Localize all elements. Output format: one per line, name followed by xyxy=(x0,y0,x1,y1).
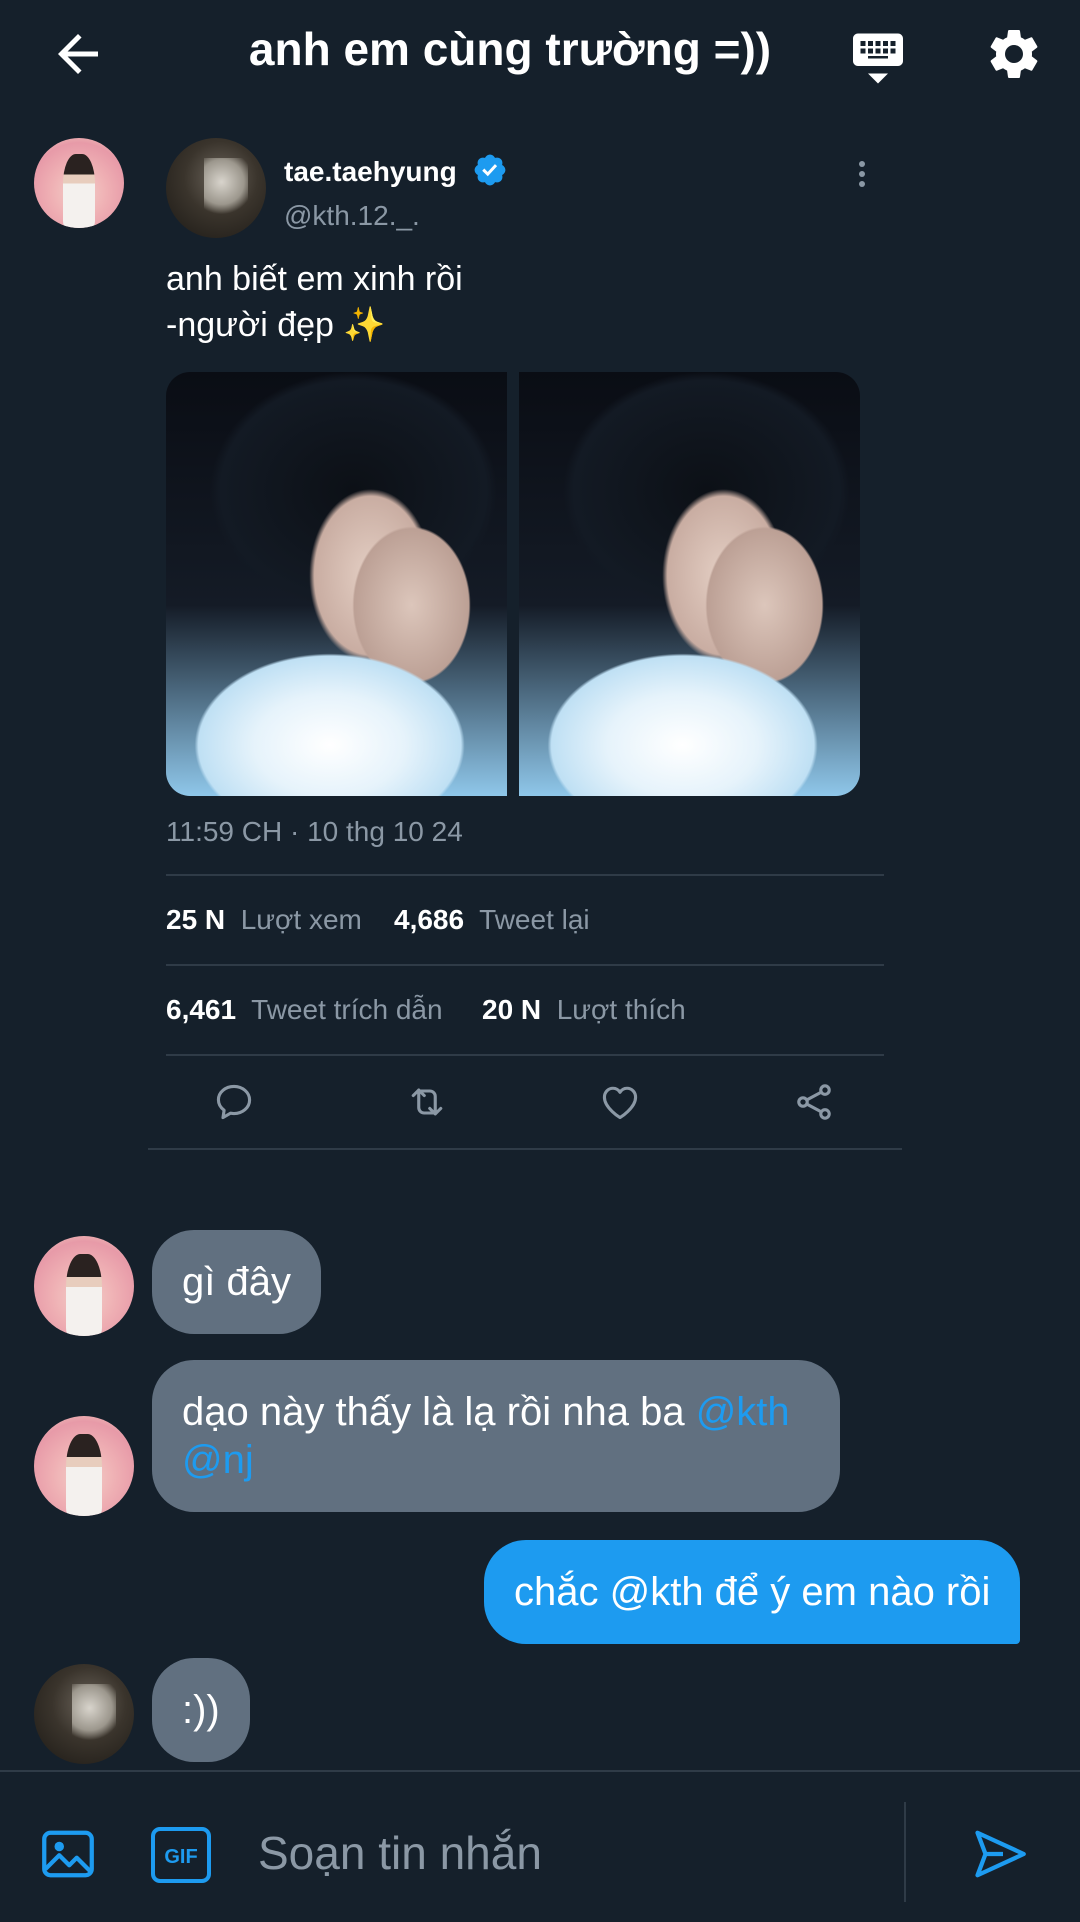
views-stat[interactable]: 25 N Lượt xem xyxy=(166,904,362,936)
sender-avatar[interactable] xyxy=(34,1236,134,1336)
top-bar: anh em cùng trường =)) xyxy=(0,0,1080,104)
tweet-author-avatar[interactable] xyxy=(166,138,266,238)
divider xyxy=(166,1054,884,1056)
tweet-photo[interactable] xyxy=(166,372,507,796)
share-icon[interactable] xyxy=(792,1080,836,1124)
quotes-label: Tweet trích dẫn xyxy=(251,994,443,1025)
divider xyxy=(166,964,884,966)
settings-gear-icon[interactable] xyxy=(984,24,1044,84)
like-heart-icon[interactable] xyxy=(598,1080,642,1124)
tweet-text-line: -người đẹp ✨ xyxy=(166,306,386,344)
sender-avatar[interactable] xyxy=(34,1416,134,1516)
message-text: chắc @kth để ý em nào rồi xyxy=(514,1570,991,1614)
message-composer: GIF xyxy=(0,1770,1080,1922)
tweet-photo[interactable] xyxy=(519,372,860,796)
tweet-text: anh biết em xinh rồi -người đẹp ✨ xyxy=(166,256,463,348)
reply-icon[interactable] xyxy=(212,1080,256,1124)
sender-avatar[interactable] xyxy=(34,138,124,228)
message-bubble[interactable]: gì đây xyxy=(152,1230,321,1334)
quotes-count: 6,461 xyxy=(166,994,237,1025)
quotes-stat[interactable]: 6,461 Tweet trích dẫn xyxy=(166,994,443,1026)
retweets-count: 4,686 xyxy=(394,904,465,935)
gif-icon[interactable]: GIF xyxy=(150,1826,212,1884)
image-icon[interactable] xyxy=(38,1824,98,1884)
likes-stat[interactable]: 20 N Lượt thích xyxy=(482,994,686,1026)
retweets-stat[interactable]: 4,686 Tweet lại xyxy=(394,904,590,936)
own-message-bubble[interactable]: chắc @kth để ý em nào rồi xyxy=(484,1540,1021,1644)
mention-link[interactable]: @nj xyxy=(182,1438,254,1482)
message-text: dạo này thấy là lạ rồi nha ba xyxy=(182,1390,696,1434)
tweet-timestamp: 11:59 CH · 10 thg 10 24 xyxy=(166,816,463,847)
message-bubble[interactable]: :)) xyxy=(152,1658,250,1762)
tweet-media[interactable] xyxy=(166,372,860,796)
divider xyxy=(904,1802,906,1902)
likes-count: 20 N xyxy=(482,994,542,1025)
back-arrow-icon[interactable] xyxy=(48,24,108,84)
message-text: :)) xyxy=(182,1688,220,1732)
tweet-author-handle: @kth.12._. xyxy=(284,200,420,231)
send-icon[interactable] xyxy=(970,1824,1030,1884)
conversation-title[interactable]: anh em cùng trường =)) xyxy=(150,22,870,76)
divider xyxy=(166,874,884,876)
more-options-icon[interactable] xyxy=(852,156,872,196)
likes-label: Lượt thích xyxy=(556,994,686,1025)
message-bubble[interactable]: dạo này thấy là lạ rồi nha ba @kth @nj xyxy=(152,1360,840,1512)
verified-badge-icon xyxy=(474,154,506,186)
tweet-text-line: anh biết em xinh rồi xyxy=(166,260,463,298)
retweet-icon[interactable] xyxy=(405,1080,449,1124)
message-text: gì đây xyxy=(182,1260,291,1304)
mention-link[interactable]: @kth xyxy=(696,1390,790,1434)
views-count: 25 N xyxy=(166,904,226,935)
views-label: Lượt xem xyxy=(240,904,362,935)
keyboard-icon[interactable] xyxy=(848,26,908,86)
tweet-author-name[interactable]: tae.taehyung xyxy=(284,156,457,188)
gif-label: GIF xyxy=(164,1846,197,1868)
retweets-label: Tweet lại xyxy=(479,904,590,935)
divider xyxy=(148,1148,902,1150)
sender-avatar[interactable] xyxy=(34,1664,134,1764)
message-input[interactable] xyxy=(256,1822,880,1884)
